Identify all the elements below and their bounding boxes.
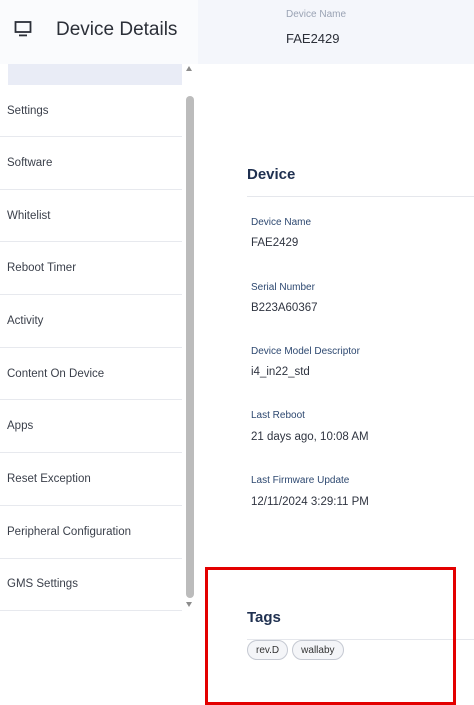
scroll-down-arrow-icon[interactable] <box>186 602 192 607</box>
sidebar-selected-item[interactable] <box>8 64 182 85</box>
last-reboot-label: Last Reboot <box>251 410 305 421</box>
scroll-up-arrow-icon[interactable] <box>186 66 192 71</box>
serial-number-label: Serial Number <box>251 282 315 293</box>
tag-chip[interactable]: wallaby <box>292 640 344 660</box>
last-firmware-update-label: Last Firmware Update <box>251 475 350 486</box>
sidebar-item-content-on-device[interactable]: Content On Device <box>0 348 182 401</box>
sidebar-item-settings[interactable]: Settings <box>0 85 182 137</box>
last-reboot-value: 21 days ago, 10:08 AM <box>251 431 369 443</box>
device-model-descriptor-value: i4_in22_std <box>251 366 310 378</box>
sidebar-item-peripheral-configuration[interactable]: Peripheral Configuration <box>0 506 182 559</box>
sidebar-item-whitelist[interactable]: Whitelist <box>0 190 182 243</box>
header: Device Details Device Name FAE2429 <box>0 0 474 64</box>
device-name-value: FAE2429 <box>251 237 299 249</box>
monitor-icon <box>14 21 32 37</box>
sidebar-item-reboot-timer[interactable]: Reboot Timer <box>0 242 182 296</box>
device-section-title: Device <box>247 166 296 183</box>
serial-number-value: B223A60367 <box>251 302 318 314</box>
sidebar-scrollbar[interactable] <box>184 64 196 612</box>
last-firmware-update-value: 12/11/2024 3:29:11 PM <box>251 496 369 508</box>
sidebar-item-gms-settings[interactable]: GMS Settings <box>0 559 182 612</box>
tag-chip[interactable]: rev.D <box>247 640 289 660</box>
main-content: Device Device Name FAE2429 Serial Number… <box>198 64 474 705</box>
scrollbar-thumb[interactable] <box>186 96 194 598</box>
sidebar-item-apps[interactable]: Apps <box>0 400 182 454</box>
sidebar-nav: Settings Software Whitelist Reboot Timer… <box>0 85 182 612</box>
header-device-name-label: Device Name <box>286 9 347 20</box>
header-device-name-value: FAE2429 <box>286 31 340 46</box>
sidebar-item-reset-exception[interactable]: Reset Exception <box>0 453 182 506</box>
tags-list: rev.D wallaby <box>247 640 344 660</box>
tags-section-title: Tags <box>247 609 281 626</box>
sidebar: Settings Software Whitelist Reboot Timer… <box>0 64 198 705</box>
device-model-descriptor-label: Device Model Descriptor <box>251 346 360 357</box>
header-title-area: Device Details <box>0 0 198 64</box>
sidebar-item-activity[interactable]: Activity <box>0 295 182 348</box>
device-name-label: Device Name <box>251 217 312 228</box>
sidebar-item-software[interactable]: Software <box>0 137 182 190</box>
page-title: Device Details <box>56 19 178 40</box>
device-section-divider <box>247 196 474 197</box>
